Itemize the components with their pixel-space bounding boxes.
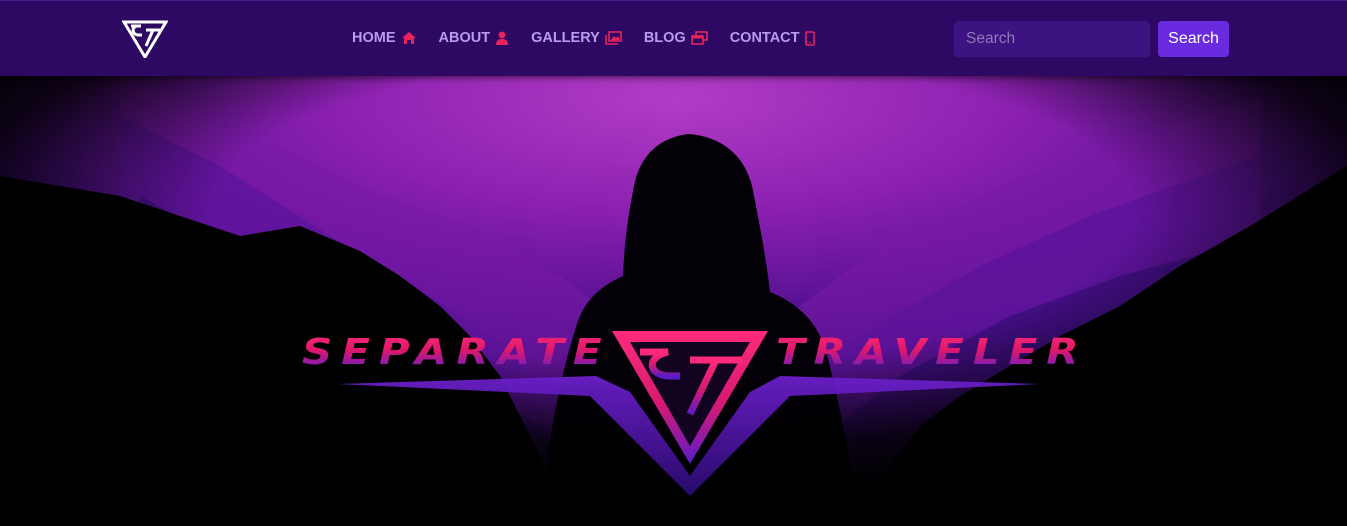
st-logo-icon	[121, 20, 169, 60]
user-icon	[496, 31, 509, 45]
search-input[interactable]	[954, 21, 1150, 57]
main-nav: HOME ABOUT GALLERY BLOG CONTACT	[352, 30, 837, 46]
images-icon	[605, 31, 622, 45]
window-restore-icon	[690, 31, 708, 45]
nav-blog-label: BLOG	[643, 30, 686, 46]
search-button[interactable]: Search	[1158, 21, 1229, 57]
nav-gallery-label: GALLERY	[531, 30, 600, 46]
nav-contact[interactable]: CONTACT	[730, 30, 815, 46]
hero-background-image	[0, 76, 1347, 526]
brand-logo[interactable]	[121, 20, 169, 60]
nav-blog[interactable]: BLOG	[644, 30, 708, 46]
top-navbar: HOME ABOUT GALLERY BLOG CONTACT Search S…	[0, 0, 1347, 76]
mobile-icon	[804, 30, 815, 46]
home-icon	[401, 32, 416, 44]
hero-title-right: TRAVELER	[776, 331, 1088, 373]
hero-title-left: SEPARATE	[302, 331, 611, 373]
nav-about[interactable]: ABOUT	[439, 30, 510, 46]
nav-about-label: ABOUT	[438, 30, 491, 46]
nav-gallery[interactable]: GALLERY	[531, 30, 622, 46]
nav-home[interactable]: HOME	[352, 30, 417, 46]
hero-banner: SEPARATE TRAVELER	[0, 76, 1347, 526]
nav-home-label: HOME	[352, 30, 396, 46]
nav-contact-label: CONTACT	[729, 30, 800, 46]
